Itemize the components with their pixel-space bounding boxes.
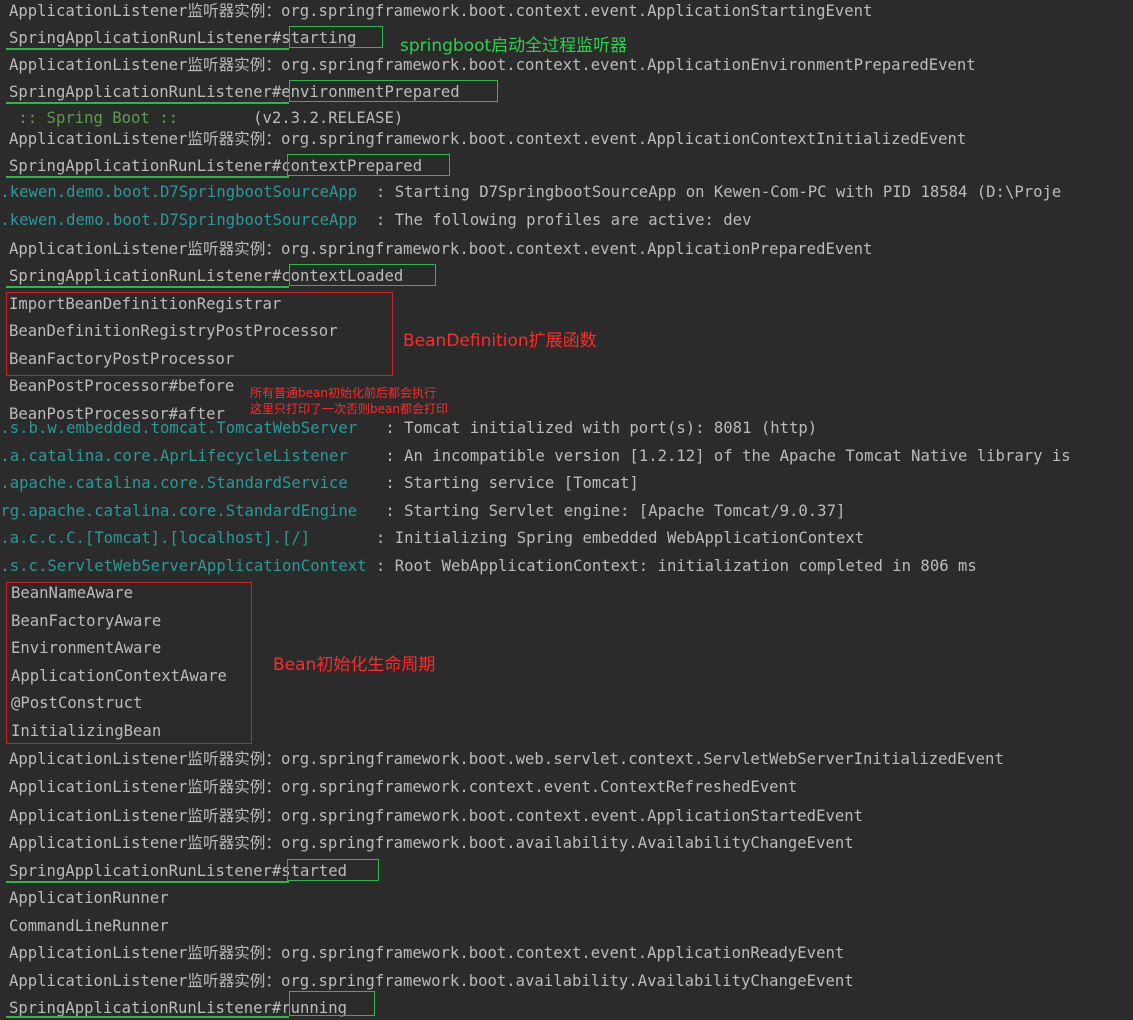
highlight-box-context-prepared xyxy=(287,154,450,176)
log-message: : Starting D7SpringbootSourceApp on Kewe… xyxy=(357,183,1062,201)
logger-name: o.apache.catalina.core.StandardService xyxy=(0,474,348,492)
log-line: w.s.c.ServletWebServerApplicationContext… xyxy=(0,555,977,577)
logger-name: w.s.c.ServletWebServerApplicationContext xyxy=(0,557,367,575)
log-line: ApplicationListener监听器实例：org.springframe… xyxy=(9,130,967,148)
highlight-underline xyxy=(6,286,289,288)
highlight-underline xyxy=(6,176,289,178)
logger-name: org.apache.catalina.core.StandardEngine xyxy=(0,502,358,520)
highlight-box-environment-prepared xyxy=(289,80,498,102)
logger-name: o.a.c.c.C.[Tomcat].[localhost].[/] xyxy=(0,529,311,547)
highlight-box-started xyxy=(287,859,379,881)
spring-boot-banner: :: Spring Boot :: xyxy=(9,109,188,127)
log-message: : Root WebApplicationContext: initializa… xyxy=(366,557,977,575)
log-line: ApplicationListener监听器实例：org.springframe… xyxy=(9,807,864,825)
log-line: o.a.catalina.core.AprLifecycleListener :… xyxy=(0,445,1071,467)
highlight-underline xyxy=(6,48,289,50)
log-line: BeanPostProcessor#before xyxy=(9,377,235,395)
bean-definition-annotation: BeanDefinition扩展函数 xyxy=(403,331,597,351)
log-line: ApplicationListener监听器实例：org.springframe… xyxy=(9,972,854,990)
highlight-box-starting xyxy=(289,26,383,48)
logger-name: o.a.catalina.core.AprLifecycleListener xyxy=(0,447,348,465)
log-line: ApplicationListener监听器实例：org.springframe… xyxy=(9,240,873,258)
log-line: ApplicationListener监听器实例：org.springframe… xyxy=(9,750,1004,768)
log-line: c.kewen.demo.boot.D7SpringbootSourceApp … xyxy=(0,181,1061,203)
log-line: c.kewen.demo.boot.D7SpringbootSourceApp … xyxy=(0,209,751,231)
bean-lifecycle-annotation: Bean初始化生命周期 xyxy=(273,655,436,675)
log-line: o.a.c.c.C.[Tomcat].[localhost].[/] : Ini… xyxy=(0,527,864,549)
bpp-annotation-line1: 所有普通bean初始化前后都会执行 xyxy=(250,386,436,400)
log-message: : Starting service [Tomcat] xyxy=(347,474,639,492)
spring-boot-version: (v2.3.2.RELEASE) xyxy=(187,109,404,127)
run-listener-annotation: springboot启动全过程监听器 xyxy=(400,36,628,56)
highlight-box-context-loaded xyxy=(289,264,436,286)
logger-name: c.kewen.demo.boot.D7SpringbootSourceApp xyxy=(0,211,358,229)
highlight-underline xyxy=(6,881,289,883)
log-line: ApplicationListener监听器实例：org.springframe… xyxy=(9,834,854,852)
logger-name: o.s.b.w.embedded.tomcat.TomcatWebServer xyxy=(0,419,358,437)
log-line: o.s.b.w.embedded.tomcat.TomcatWebServer … xyxy=(0,417,817,439)
log-line: ApplicationListener监听器实例：org.springframe… xyxy=(9,2,873,20)
bpp-annotation-line2: 这里只打印了一次否则bean都会打印 xyxy=(250,402,448,416)
log-line: ApplicationListener监听器实例：org.springframe… xyxy=(9,56,976,74)
highlight-underline xyxy=(6,102,289,104)
log-line: CommandLineRunner xyxy=(9,917,169,935)
highlight-box-running xyxy=(289,991,375,1016)
log-message: : An incompatible version [1.2.12] of th… xyxy=(347,447,1071,465)
bean-definition-box xyxy=(6,292,393,376)
log-message: : Starting Servlet engine: [Apache Tomca… xyxy=(357,502,846,520)
log-line: o.apache.catalina.core.StandardService :… xyxy=(0,472,639,494)
log-line: ApplicationRunner xyxy=(9,889,169,907)
console-output: { "console": { "l01": "ApplicationListen… xyxy=(0,0,1133,1020)
logger-name: c.kewen.demo.boot.D7SpringbootSourceApp xyxy=(0,183,358,201)
log-line: ApplicationListener监听器实例：org.springframe… xyxy=(9,778,798,796)
bean-lifecycle-box xyxy=(6,582,252,744)
banner-line: :: Spring Boot :: (v2.3.2.RELEASE) xyxy=(9,107,403,129)
log-message: : The following profiles are active: dev xyxy=(357,211,752,229)
log-line: ApplicationListener监听器实例：org.springframe… xyxy=(9,944,845,962)
log-message: : Initializing Spring embedded WebApplic… xyxy=(310,529,865,547)
log-message: : Tomcat initialized with port(s): 8081 … xyxy=(357,419,818,437)
highlight-underline xyxy=(6,1016,289,1018)
log-line: org.apache.catalina.core.StandardEngine … xyxy=(0,500,845,522)
